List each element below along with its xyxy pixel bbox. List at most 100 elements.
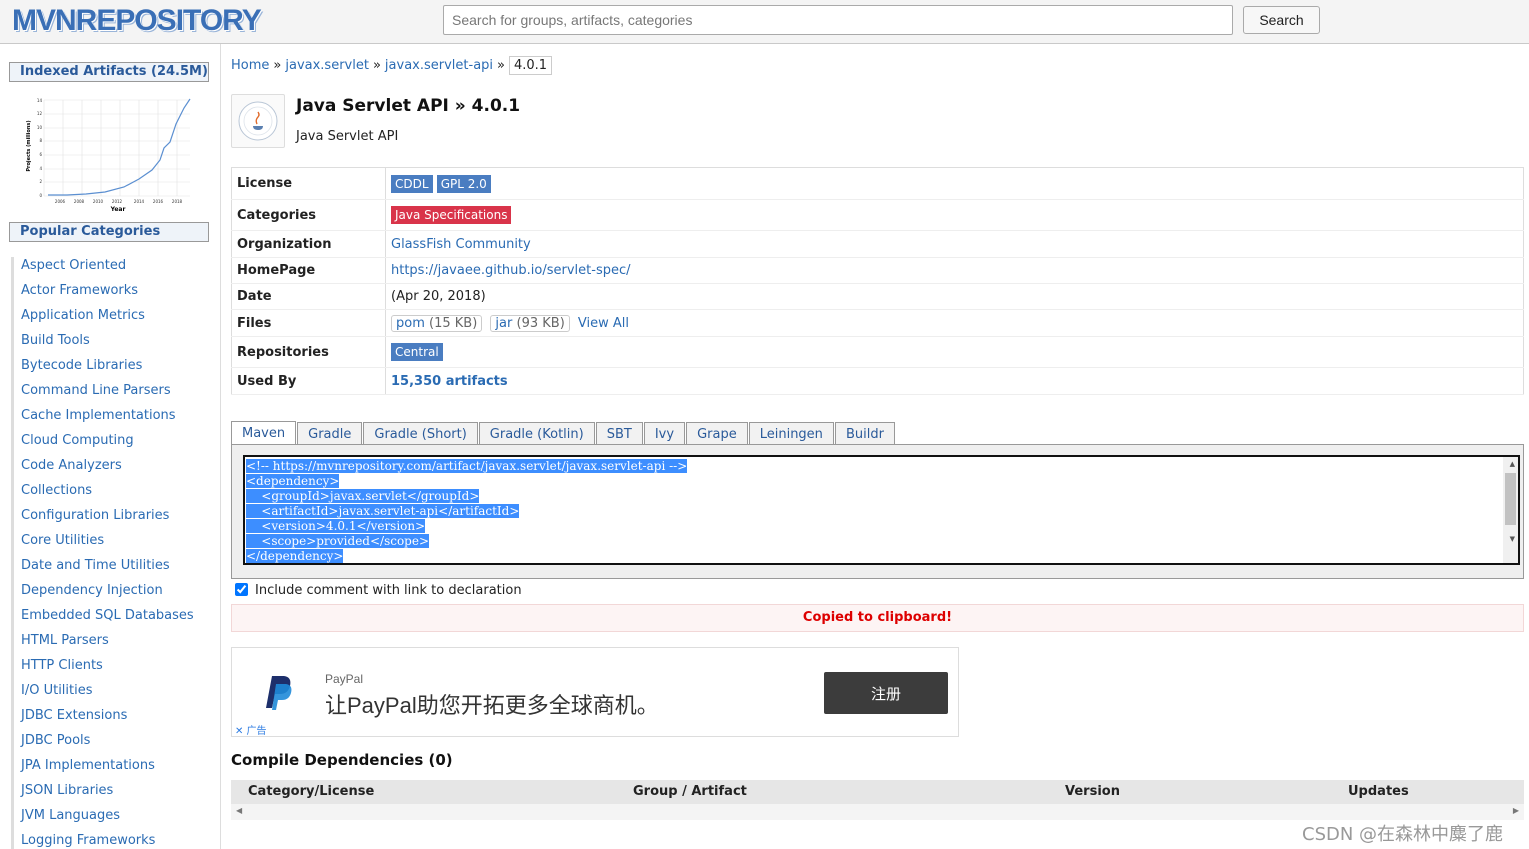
breadcrumb-artifact[interactable]: javax.servlet-api: [385, 58, 493, 73]
search-button[interactable]: Search: [1243, 6, 1320, 34]
tab-maven[interactable]: Maven: [231, 421, 297, 446]
category-item[interactable]: Build Tools: [11, 332, 211, 357]
category-item[interactable]: Core Utilities: [11, 532, 211, 557]
categories-label: Categories: [231, 199, 386, 231]
code-line: <artifactId>javax.servlet-api</artifactI…: [246, 504, 520, 518]
indexed-artifacts-link[interactable]: Indexed Artifacts (24.5M): [9, 62, 209, 82]
pom-file-button[interactable]: pom (15 KB): [391, 314, 483, 332]
artifact-info-table: License CDDL GPL 2.0 Categories Java Spe…: [231, 167, 1524, 395]
scroll-left-icon[interactable]: ◀: [236, 806, 242, 815]
paypal-logo-icon: [260, 672, 296, 712]
repository-badge[interactable]: Central: [391, 343, 443, 361]
breadcrumb-separator: »: [273, 58, 282, 73]
license-badge: CDDL: [391, 174, 433, 193]
category-item[interactable]: HTML Parsers: [11, 632, 211, 657]
site-logo[interactable]: MVNREPOSITORY: [12, 3, 262, 39]
category-item[interactable]: JDBC Pools: [11, 732, 211, 757]
code-line: <version>4.0.1</version>: [246, 519, 426, 533]
dependency-snippet-panel: <!-- https://mvnrepository.com/artifact/…: [231, 444, 1524, 579]
category-item[interactable]: Collections: [11, 482, 211, 507]
category-item[interactable]: Cache Implementations: [11, 407, 211, 432]
category-badge[interactable]: Java Specifications: [391, 206, 512, 224]
chart-ylabel: Projects (millions): [26, 120, 32, 171]
tab-sbt[interactable]: SBT: [595, 422, 643, 446]
tab-leiningen[interactable]: Leiningen: [748, 422, 834, 446]
tab-gradle-kotlin[interactable]: Gradle (Kotlin): [478, 422, 595, 446]
category-item[interactable]: Configuration Libraries: [11, 507, 211, 532]
tab-gradle-short[interactable]: Gradle (Short): [363, 422, 478, 446]
column-header[interactable]: Version: [1065, 784, 1120, 799]
chart-line: [48, 98, 191, 196]
chart-xtick: 2014: [134, 199, 145, 204]
tab-grape[interactable]: Grape: [686, 422, 748, 446]
breadcrumb-separator: »: [372, 58, 381, 73]
dependency-snippet-textarea[interactable]: <!-- https://mvnrepository.com/artifact/…: [243, 455, 1520, 565]
breadcrumb-home[interactable]: Home: [231, 58, 269, 73]
category-item[interactable]: Embedded SQL Databases: [11, 607, 211, 632]
category-item[interactable]: Application Metrics: [11, 307, 211, 332]
column-header[interactable]: Updates: [1348, 784, 1409, 799]
chart-xtick: 2008: [74, 199, 85, 204]
tab-buildr[interactable]: Buildr: [834, 422, 895, 446]
indexed-artifacts-chart[interactable]: Projects (millions) 0 2 4 6 8 10 12 14 2…: [22, 94, 194, 216]
popular-categories-header: Popular Categories: [9, 222, 209, 242]
scroll-right-icon[interactable]: ▶: [1513, 806, 1519, 815]
scrollbar-thumb[interactable]: [1505, 473, 1516, 525]
category-item[interactable]: Bytecode Libraries: [11, 357, 211, 382]
include-comment-row: Include comment with link to declaration: [231, 582, 1524, 604]
view-all-link[interactable]: View All: [578, 316, 629, 331]
search-input[interactable]: [443, 5, 1233, 35]
advertisement[interactable]: PayPal 让PayPal助您开拓更多全球商机。 注册 ✕ 广告: [231, 647, 959, 737]
column-header[interactable]: Category/License: [248, 784, 374, 799]
chart-ytick: 12: [37, 111, 43, 116]
category-item[interactable]: I/O Utilities: [11, 682, 211, 707]
category-item[interactable]: JVM Languages: [11, 807, 211, 832]
chart-ytick: 8: [39, 138, 42, 143]
category-item[interactable]: Logging Frameworks: [11, 832, 211, 849]
category-item[interactable]: Code Analyzers: [11, 457, 211, 482]
category-list: Aspect Oriented Actor Frameworks Applica…: [11, 257, 211, 849]
breadcrumb-version: 4.0.1: [509, 56, 553, 75]
files-label: Files: [231, 309, 386, 337]
chart-grid: [43, 99, 190, 197]
organization-link[interactable]: GlassFish Community: [391, 237, 531, 252]
include-comment-checkbox[interactable]: [235, 583, 248, 596]
chart-xtick: 2012: [112, 199, 123, 204]
category-item[interactable]: Dependency Injection: [11, 582, 211, 607]
category-item[interactable]: JPA Implementations: [11, 757, 211, 782]
code-line: <scope>provided</scope>: [246, 534, 430, 548]
ad-headline: 让PayPal助您开拓更多全球商机。: [325, 693, 659, 718]
repositories-label: Repositories: [231, 336, 386, 368]
code-line: </dependency>: [246, 549, 344, 563]
category-item[interactable]: HTTP Clients: [11, 657, 211, 682]
category-item[interactable]: Cloud Computing: [11, 432, 211, 457]
category-item[interactable]: Aspect Oriented: [11, 257, 211, 282]
column-header[interactable]: Group / Artifact: [633, 784, 747, 799]
breadcrumb: Home» javax.servlet» javax.servlet-api» 4.0…: [231, 56, 553, 75]
used-by-label: Used By: [231, 367, 386, 395]
scroll-up-icon[interactable]: ▲: [1510, 460, 1515, 468]
category-item[interactable]: JDBC Extensions: [11, 707, 211, 732]
chart-ytick: 4: [39, 166, 42, 171]
ad-register-button[interactable]: 注册: [824, 672, 948, 714]
scroll-down-icon[interactable]: ▼: [1510, 535, 1515, 543]
category-item[interactable]: Command Line Parsers: [11, 382, 211, 407]
homepage-link[interactable]: https://javaee.github.io/servlet-spec/: [391, 263, 631, 278]
category-item[interactable]: Actor Frameworks: [11, 282, 211, 307]
used-by-link[interactable]: 15,350 artifacts: [391, 374, 508, 389]
include-comment-label[interactable]: Include comment with link to declaration: [255, 583, 522, 598]
category-item[interactable]: JSON Libraries: [11, 782, 211, 807]
tab-ivy[interactable]: Ivy: [643, 422, 686, 446]
horizontal-scrollbar[interactable]: ◀ ▶: [231, 804, 1524, 820]
organization-label: Organization: [231, 230, 386, 258]
category-item[interactable]: Date and Time Utilities: [11, 557, 211, 582]
code-line: <dependency>: [246, 474, 340, 488]
ad-close-icon[interactable]: ✕ 广告: [235, 722, 267, 737]
tab-gradle[interactable]: Gradle: [297, 422, 363, 446]
breadcrumb-group[interactable]: javax.servlet: [285, 58, 369, 73]
jar-file-button[interactable]: jar (93 KB): [490, 314, 570, 332]
copied-message: Copied to clipboard!: [231, 604, 1524, 632]
snippet-scrollbar[interactable]: ▲ ▼: [1503, 457, 1518, 563]
chart-ytick: 14: [37, 98, 43, 103]
artifact-logo: [231, 94, 285, 148]
